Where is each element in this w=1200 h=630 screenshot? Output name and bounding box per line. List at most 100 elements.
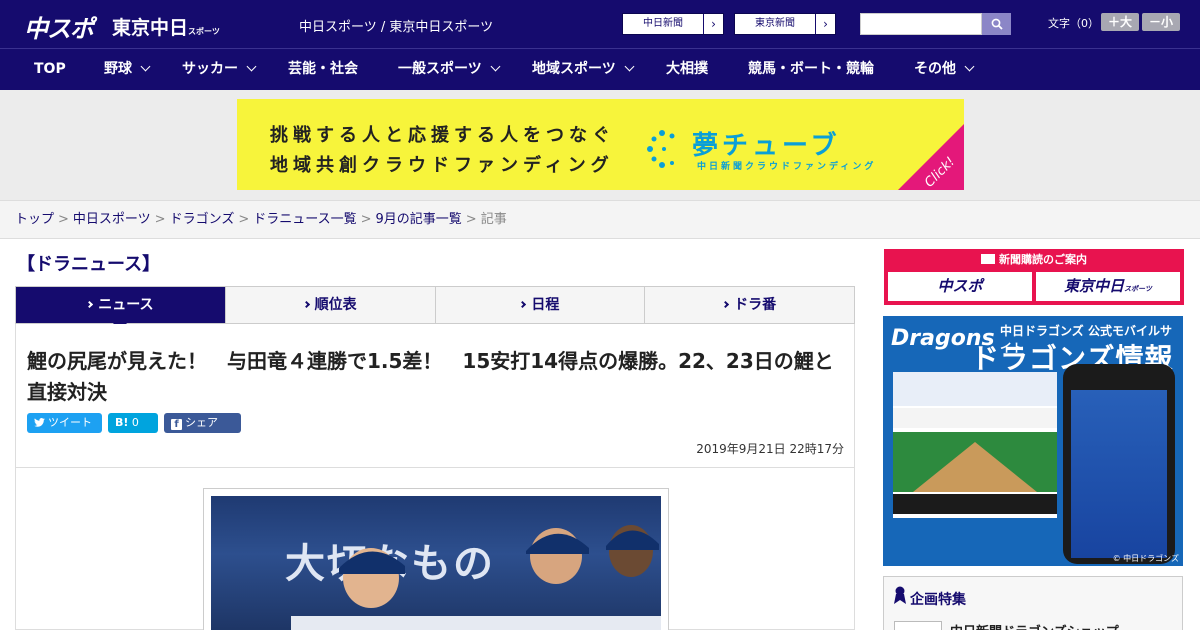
dragons-shop-link[interactable]: 中日新聞ドラゴンズショップ — [950, 621, 1119, 630]
chevron-right-icon — [86, 300, 94, 309]
banner-line-2: 地域共創クラウドファンディング — [270, 155, 614, 176]
nav-item-entertainment[interactable]: 芸能・社会 — [288, 49, 358, 90]
chevron-right-icon — [519, 300, 527, 309]
nav-label: 野球 — [104, 61, 132, 77]
facebook-share-label: シェア — [185, 416, 218, 429]
phone-graphic — [1063, 364, 1175, 564]
nav-label: 大相撲 — [666, 61, 708, 77]
published-date: 2019年9月21日 22時17分 — [696, 442, 844, 456]
tab-standings[interactable]: 順位表 — [226, 287, 436, 323]
font-decrease-button[interactable]: －小 — [1142, 13, 1180, 31]
subscribe-tokyo-suffix: スポーツ — [1124, 285, 1152, 293]
tab-schedule[interactable]: 日程 — [436, 287, 646, 323]
shop-thumbnail[interactable] — [894, 621, 942, 630]
tokyo-shimbun-link[interactable]: 東京新聞 › — [734, 13, 836, 35]
players-silhouette — [291, 525, 661, 630]
app-screenshot — [893, 372, 1057, 560]
crowdfunding-banner[interactable]: 挑戦する人と応援する人をつなぐ 地域共創クラウドファンディング 夢チューブ 中日… — [237, 99, 964, 190]
breadcrumb-dragons[interactable]: ドラゴンズ — [170, 212, 235, 227]
tab-label: ドラ番 — [734, 297, 777, 313]
subscription-banner[interactable]: 新聞購読のご案内 中スポ 東京中日スポーツ — [884, 249, 1184, 305]
hatena-bookmark-button[interactable]: B! 0 — [108, 413, 158, 433]
dragons-app-ad[interactable]: Dragons 中日ドラゴンズ 公式モバイルサイト ドラゴンズ情報 © 中日ドラ… — [883, 316, 1183, 566]
breadcrumb-current: 記事 — [480, 212, 507, 227]
nav-label: 一般スポーツ — [398, 61, 482, 77]
nav-label: サッカー — [182, 61, 238, 77]
chuspo-logo[interactable]: 中スポ — [24, 9, 94, 44]
hatena-count: 0 — [131, 416, 139, 429]
subscribe-tokyo-text: 東京中日 — [1064, 277, 1125, 295]
nav-label: 地域スポーツ — [532, 61, 616, 77]
breadcrumb-separator: > — [58, 212, 69, 227]
nav-item-other[interactable]: その他 — [914, 49, 975, 90]
chevron-right-icon — [722, 300, 730, 309]
article-headline: 鯉の尻尾が見えた！ 与田竜４連勝で1.5差！ 15安打14得点の爆勝。22、23… — [27, 349, 834, 404]
facebook-share-button[interactable]: f シェア 13 — [164, 413, 241, 449]
tab-label: ニュース — [98, 297, 154, 313]
chevron-down-icon — [624, 61, 635, 72]
article-photo-area: 大切なもの — [15, 468, 855, 630]
tab-label: 順位表 — [314, 297, 357, 313]
photo-frame: 大切なもの — [203, 488, 669, 630]
nav-item-local-sports[interactable]: 地域スポーツ — [532, 49, 635, 90]
ribbon-icon — [894, 586, 906, 604]
breadcrumb-chuspo[interactable]: 中日スポーツ — [73, 212, 151, 227]
nav-label: 芸能・社会 — [288, 61, 358, 77]
tweet-button[interactable]: ツイート — [27, 413, 102, 433]
chevron-right-icon — [302, 300, 310, 309]
font-size-label: 文字（0） — [1048, 17, 1099, 30]
banner-line-1: 挑戦する人と応援する人をつなぐ — [270, 125, 615, 146]
top-header: 中スポ 東京中日スポーツ 中日スポーツ / 東京中日スポーツ 中日新聞 › 東京… — [0, 0, 1200, 48]
breadcrumb-separator: > — [238, 212, 250, 227]
breadcrumb-dranews-list[interactable]: ドラニュース一覧 — [253, 212, 356, 227]
tokyo-logo-suffix: スポーツ — [188, 27, 220, 36]
search-button[interactable] — [982, 13, 1011, 35]
section-title: 【ドラニュース】 — [17, 254, 161, 275]
site-title: 中日スポーツ / 東京中日スポーツ — [299, 20, 494, 35]
chunichi-shimbun-link[interactable]: 中日新聞 › — [622, 13, 724, 35]
breadcrumb-separator: > — [465, 212, 477, 227]
tab-news[interactable]: ニュース — [16, 287, 226, 331]
facebook-share-count: 13 — [171, 436, 185, 449]
nav-label: TOP — [34, 61, 66, 77]
tokyo-logo-text: 東京中日 — [112, 17, 189, 39]
yume-tube-subtitle: 中日新聞クラウドファンディング — [697, 162, 877, 172]
facebook-icon: f — [171, 419, 182, 430]
phone-screen — [1071, 390, 1167, 558]
breadcrumb-top[interactable]: トップ — [15, 212, 54, 227]
nav-label: その他 — [914, 61, 956, 77]
subscribe-tokyo-logo[interactable]: 東京中日スポーツ — [1036, 272, 1180, 301]
banner-area: 挑戦する人と応援する人をつなぐ 地域共創クラウドファンディング 夢チューブ 中日… — [0, 90, 1200, 200]
nav-item-baseball[interactable]: 野球 — [104, 49, 151, 90]
subscribe-chuspo-logo[interactable]: 中スポ — [888, 272, 1032, 301]
subscription-title-text: 新聞購読のご案内 — [999, 253, 1087, 266]
breadcrumb-september-list[interactable]: 9月の記事一覧 — [376, 212, 462, 227]
subscription-title: 新聞購読のご案内 — [884, 251, 1184, 267]
nav-item-general-sports[interactable]: 一般スポーツ — [398, 49, 501, 90]
chevron-down-icon — [964, 61, 975, 72]
article-photo[interactable]: 大切なもの — [211, 496, 661, 630]
breadcrumb-separator: > — [154, 212, 166, 227]
article-header: 鯉の尻尾が見えた！ 与田竜４連勝で1.5差！ 15安打14得点の爆勝。22、23… — [15, 324, 855, 468]
search-input[interactable] — [860, 13, 982, 35]
yume-tube-logo: 夢チューブ — [692, 131, 841, 161]
search-icon — [991, 18, 1003, 30]
tokyo-chunichi-logo[interactable]: 東京中日スポーツ — [112, 13, 220, 40]
chevron-down-icon — [140, 61, 151, 72]
chevron-right-icon: › — [703, 14, 723, 34]
chevron-down-icon — [246, 61, 257, 72]
tab-reporters[interactable]: ドラ番 — [645, 287, 854, 323]
nav-item-top[interactable]: TOP — [34, 49, 66, 90]
breadcrumb-separator: > — [360, 212, 372, 227]
scoreboard-graphic — [893, 372, 1057, 560]
newspaper-icon — [981, 254, 995, 264]
dots-logo-icon — [647, 130, 675, 168]
nav-item-racing[interactable]: 競馬・ボート・競輪 — [748, 49, 874, 90]
font-increase-button[interactable]: ＋大 — [1101, 13, 1139, 31]
nav-item-sumo[interactable]: 大相撲 — [666, 49, 708, 90]
tab-label: 日程 — [531, 297, 560, 313]
hatena-icon: B! — [115, 416, 129, 429]
tokyo-shimbun-label: 東京新聞 — [755, 18, 795, 29]
nav-label: 競馬・ボート・競輪 — [748, 61, 874, 77]
nav-item-soccer[interactable]: サッカー — [182, 49, 257, 90]
